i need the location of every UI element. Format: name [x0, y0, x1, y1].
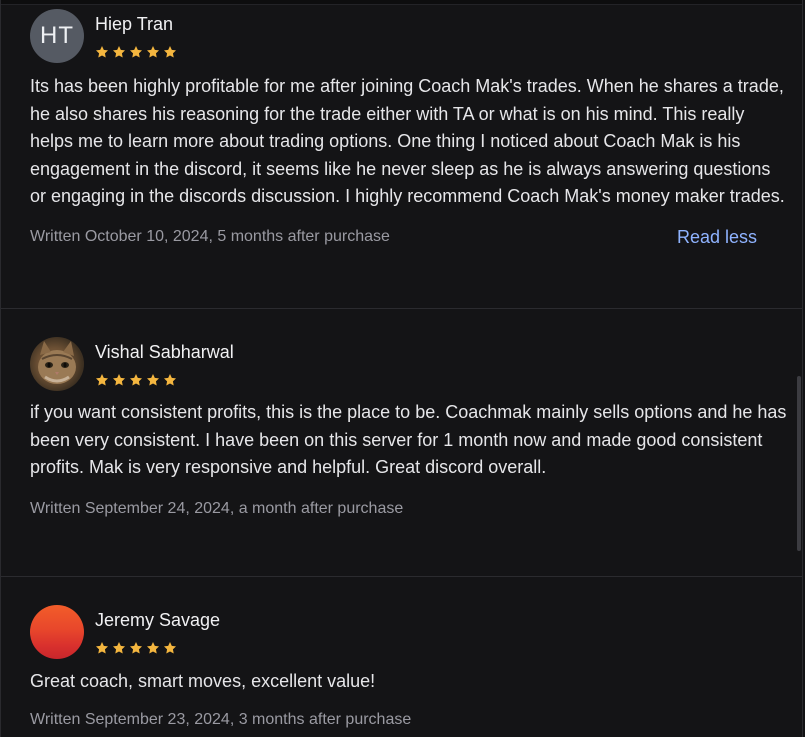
review-text: Great coach, smart moves, excellent valu…	[30, 671, 376, 691]
star-icon	[95, 46, 109, 58]
avatar[interactable]: HT	[30, 9, 84, 63]
star-icon	[146, 46, 160, 58]
star-icon	[95, 374, 109, 386]
scrollbar-thumb[interactable]	[797, 376, 801, 551]
reviews-panel: HT Hiep Tran Its has been highly profita…	[0, 0, 803, 737]
cat-avatar-image	[38, 341, 76, 384]
avatar-initials: HT	[40, 22, 74, 49]
star-icon	[112, 46, 126, 58]
star-icon	[129, 46, 143, 58]
review-card: HT Hiep Tran Its has been highly profita…	[1, 9, 788, 249]
review-header: HT Hiep Tran	[30, 9, 772, 65]
star-icon	[129, 642, 143, 654]
star-icon	[95, 642, 109, 654]
review-card: Jeremy Savage Great coach, smart moves, …	[1, 605, 788, 732]
review-meta: Written September 24, 2024, a month afte…	[30, 497, 772, 521]
panel-top-edge	[1, 0, 802, 5]
review-meta: Written September 23, 2024, 3 months aft…	[30, 708, 772, 732]
reviewer-name[interactable]: Hiep Tran	[95, 14, 173, 35]
star-icon	[163, 374, 177, 386]
review-date: Written September 23, 2024, 3 months aft…	[30, 710, 412, 728]
review-text: Its has been highly profitable for me af…	[30, 76, 785, 207]
star-icon	[112, 642, 126, 654]
star-icon	[163, 46, 177, 58]
review-meta: Written October 10, 2024, 5 months after…	[30, 225, 772, 249]
read-less-link[interactable]: Read less	[677, 225, 757, 249]
reviewer-name[interactable]: Jeremy Savage	[95, 610, 220, 631]
star-icon	[163, 642, 177, 654]
review-header: Jeremy Savage	[30, 605, 772, 661]
avatar[interactable]	[30, 337, 84, 391]
review-date: Written October 10, 2024, 5 months after…	[30, 227, 390, 245]
star-icon	[129, 374, 143, 386]
review-card: Vishal Sabharwal if you want consistent …	[1, 337, 788, 521]
reviewer-name[interactable]: Vishal Sabharwal	[95, 342, 234, 363]
star-rating	[95, 641, 177, 655]
avatar[interactable]	[30, 605, 84, 659]
review-text: if you want consistent profits, this is …	[30, 402, 787, 478]
review-date: Written September 24, 2024, a month afte…	[30, 499, 404, 517]
review-header: Vishal Sabharwal	[30, 337, 772, 393]
star-rating	[95, 45, 177, 59]
star-icon	[146, 374, 160, 386]
star-icon	[112, 374, 126, 386]
divider	[1, 308, 802, 309]
divider	[1, 576, 802, 577]
star-rating	[95, 373, 177, 387]
star-icon	[146, 642, 160, 654]
